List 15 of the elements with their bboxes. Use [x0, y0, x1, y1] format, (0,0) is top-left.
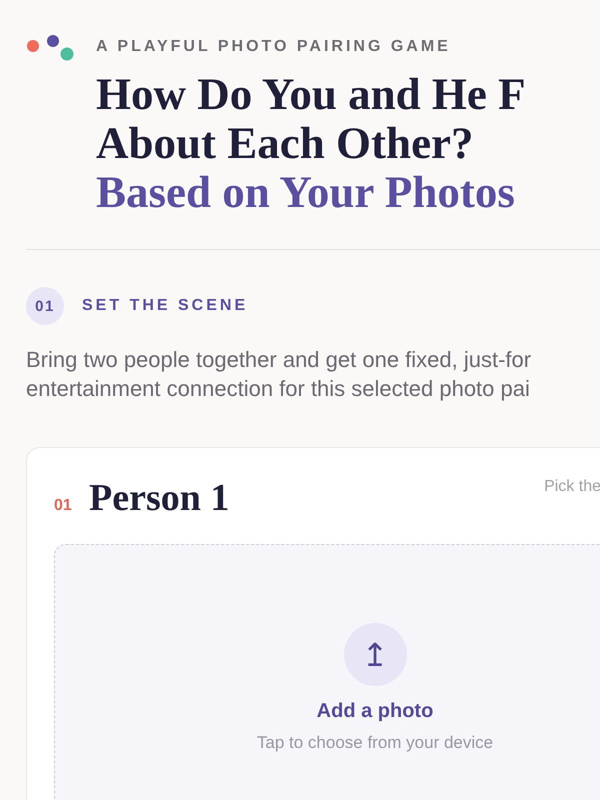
headline-line: About Each Other?: [96, 119, 474, 168]
headline-accent: Based on Your Photos: [96, 168, 515, 217]
intro-text: Bring two people together and get one fixed, just-for entertainment connection for this selected photo pai: [26, 346, 532, 403]
step-number-badge: 01: [26, 287, 64, 325]
upload-icon: ↥: [344, 623, 406, 686]
step-title: SET THE SCENE: [82, 297, 248, 315]
hint-text: Pick the: [544, 478, 600, 496]
eyebrow-text: A PLAYFUL PHOTO PAIRING GAME: [96, 38, 452, 56]
person-title: Person 1: [89, 476, 230, 520]
person-number: 01: [54, 497, 73, 515]
logo-dots-icon: [26, 35, 74, 61]
upload-hint: Tap to choose from your device: [256, 733, 494, 753]
photo-dropzone[interactable]: ↥ Add a photo Tap to choose from your device: [54, 544, 600, 800]
add-photo-label: Add a photo: [316, 700, 434, 723]
headline-line: How Do You and He F: [96, 70, 526, 119]
